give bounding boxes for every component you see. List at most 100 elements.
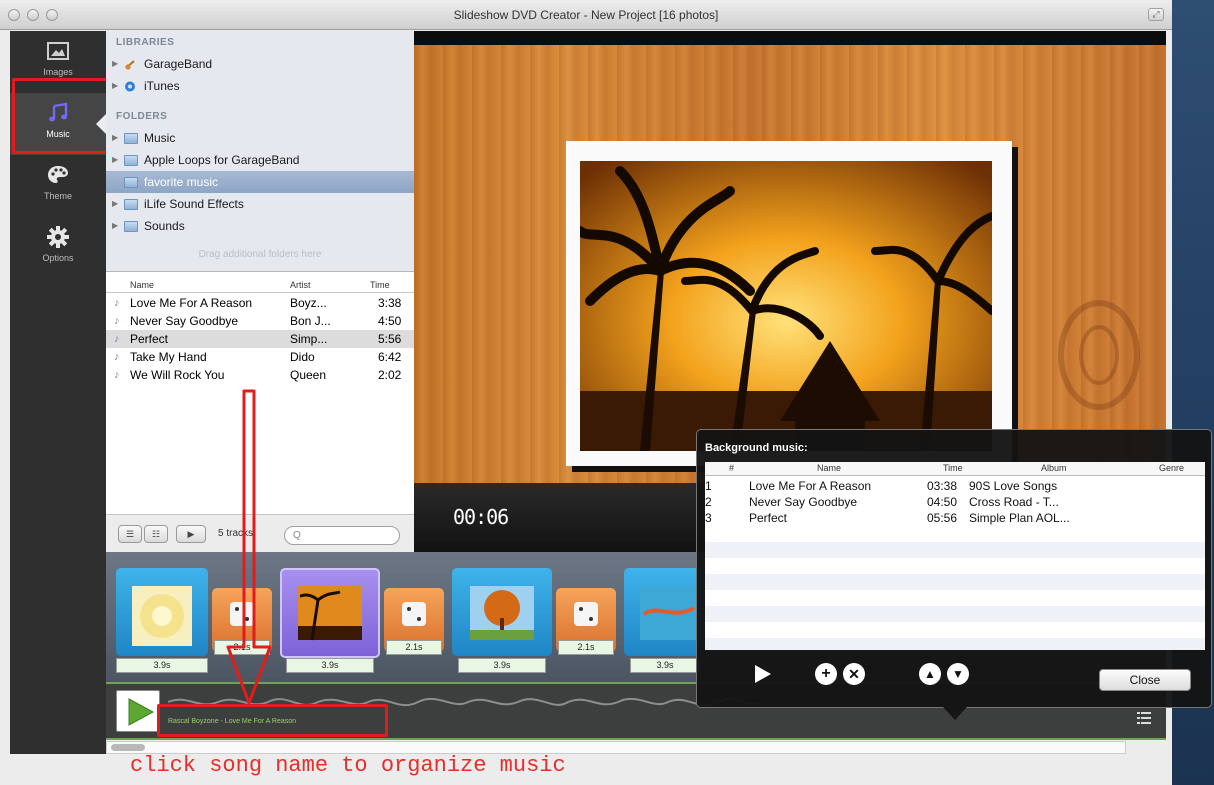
row-time: 05:56 xyxy=(927,511,958,525)
slide-duration[interactable]: 3.9s xyxy=(630,658,700,673)
background-music-row[interactable]: 2 Never Say Goodbye 04:50 Cross Road - T… xyxy=(705,494,1205,510)
wood-knot xyxy=(1058,300,1140,410)
folder-item-label: Music xyxy=(144,131,176,145)
track-artist: Bon J... xyxy=(290,314,331,328)
move-up-button[interactable]: ▲ xyxy=(919,663,941,685)
empty-row xyxy=(705,606,1205,622)
track-row[interactable]: ♪ Love Me For A Reason Boyz... 3:38 xyxy=(106,294,414,312)
folder-item-sounds[interactable]: ▶ Sounds xyxy=(106,215,414,237)
folder-item-label: Apple Loops for GarageBand xyxy=(144,153,300,167)
disclosure-triangle-icon[interactable]: ▶ xyxy=(112,149,118,171)
play-icon xyxy=(128,698,155,726)
music-note-icon: ♪ xyxy=(114,351,120,363)
row-number: 3 xyxy=(705,511,712,525)
palette-icon xyxy=(48,166,68,183)
disclosure-triangle-icon[interactable]: ▶ xyxy=(112,193,118,215)
disclosure-triangle-icon[interactable]: ▶ xyxy=(112,215,118,237)
column-number[interactable]: # xyxy=(729,463,734,473)
play-preview-icon[interactable]: ▶ xyxy=(176,525,206,543)
background-music-table: # Name Time Album Genre 1 Love Me For A … xyxy=(705,462,1205,650)
row-name: Perfect xyxy=(749,511,788,525)
autumn-tree-photo xyxy=(470,586,534,640)
remove-music-button[interactable]: ✕ xyxy=(843,663,865,685)
popup-pointer xyxy=(943,707,967,720)
folder-item-favorite-music[interactable]: favorite music xyxy=(106,171,414,193)
detail-view-icon[interactable]: ☷ xyxy=(144,525,168,543)
slide-thumbnail-selected[interactable] xyxy=(280,568,380,658)
row-number: 2 xyxy=(705,495,712,509)
sidebar-item-theme[interactable]: Theme xyxy=(10,155,106,217)
column-album[interactable]: Album xyxy=(1041,463,1067,473)
column-name[interactable]: Name xyxy=(130,280,154,290)
background-music-row[interactable]: 1 Love Me For A Reason 03:38 90S Love So… xyxy=(705,478,1205,494)
track-row[interactable]: ♪ Never Say Goodbye Bon J... 4:50 xyxy=(106,312,414,330)
column-time[interactable]: Time xyxy=(943,463,963,473)
slide-duration[interactable]: 3.9s xyxy=(286,658,374,673)
list-view-icon[interactable]: ☰ xyxy=(118,525,142,543)
background-music-header: # Name Time Album Genre xyxy=(705,462,1205,476)
column-name[interactable]: Name xyxy=(817,463,841,473)
track-row[interactable]: ♪ Perfect Simp... 5:56 xyxy=(106,330,414,348)
library-item-itunes[interactable]: ▶ iTunes xyxy=(106,75,414,97)
fullscreen-icon[interactable]: ⤢ xyxy=(1148,8,1164,21)
library-item-label: iTunes xyxy=(144,79,180,93)
move-down-button[interactable]: ▼ xyxy=(947,663,969,685)
empty-row xyxy=(705,542,1205,558)
transition-duration[interactable]: 2.1s xyxy=(386,640,442,655)
folder-item-music[interactable]: ▶ Music xyxy=(106,127,414,149)
library-item-garageband[interactable]: ▶ GarageBand xyxy=(106,53,414,75)
search-input[interactable]: Q xyxy=(284,526,400,545)
track-artist: Boyz... xyxy=(290,296,327,310)
slide-thumbnail[interactable] xyxy=(452,568,552,656)
track-time: 3:38 xyxy=(378,296,402,310)
track-row[interactable]: ♪ Take My Hand Dido 6:42 xyxy=(106,348,414,366)
sidebar-item-label: Options xyxy=(42,253,74,263)
track-artist: Simp... xyxy=(290,332,328,346)
scrollbar-thumb[interactable] xyxy=(111,744,145,751)
background-music-row[interactable]: 3 Perfect 05:56 Simple Plan AOL... xyxy=(705,510,1205,526)
track-artist: Queen xyxy=(290,368,327,382)
column-genre[interactable]: Genre xyxy=(1159,463,1184,473)
disclosure-triangle-icon[interactable]: ▶ xyxy=(112,127,118,149)
slide-duration[interactable]: 3.9s xyxy=(458,658,546,673)
music-note-icon: ♪ xyxy=(114,297,120,309)
libraries-heading: LIBRARIES xyxy=(116,37,175,48)
disclosure-triangle-icon[interactable]: ▶ xyxy=(112,75,118,97)
gear-icon xyxy=(47,226,69,248)
track-time: 6:42 xyxy=(378,350,402,364)
folder-item-label: Sounds xyxy=(144,219,185,233)
row-album: 90S Love Songs xyxy=(969,479,1058,493)
list-icon[interactable] xyxy=(1137,711,1151,725)
slide-duration[interactable]: 3.9s xyxy=(116,658,208,673)
column-artist[interactable]: Artist xyxy=(290,280,311,290)
disclosure-triangle-icon[interactable]: ▶ xyxy=(112,53,118,75)
empty-row xyxy=(705,638,1205,650)
add-music-button[interactable]: + xyxy=(815,663,837,685)
folder-item-apple-loops[interactable]: ▶ Apple Loops for GarageBand xyxy=(106,149,414,171)
slide-thumbnail[interactable] xyxy=(116,568,208,656)
guitar-icon xyxy=(125,60,135,70)
folder-icon xyxy=(124,155,138,166)
music-note-icon: ♪ xyxy=(114,315,120,327)
popup-title: Background music: xyxy=(705,442,808,454)
window-title: Slideshow DVD Creator - New Project [16 … xyxy=(453,8,719,22)
column-time[interactable]: Time xyxy=(370,280,390,290)
music-note-icon: ♪ xyxy=(114,333,120,345)
close-button[interactable]: Close xyxy=(1099,669,1191,691)
folder-item-ilife-sound-effects[interactable]: ▶ iLife Sound Effects xyxy=(106,193,414,215)
empty-row xyxy=(705,574,1205,590)
play-icon[interactable] xyxy=(753,663,773,685)
transition-duration[interactable]: 2.1s xyxy=(558,640,614,655)
play-button[interactable] xyxy=(116,690,160,732)
slide-photo xyxy=(580,161,992,451)
sidebar-item-label: Images xyxy=(43,67,73,77)
track-name: Perfect xyxy=(130,332,169,346)
folder-icon xyxy=(124,199,138,210)
folder-item-label: favorite music xyxy=(144,175,219,189)
sidebar-item-label: Theme xyxy=(43,191,72,201)
sidebar-item-options[interactable]: Options xyxy=(10,217,106,279)
slide-thumbnail[interactable] xyxy=(624,568,704,656)
row-time: 04:50 xyxy=(927,495,958,509)
palm-sunset-photo xyxy=(298,586,362,641)
track-row[interactable]: ♪ We Will Rock You Queen 2:02 xyxy=(106,366,414,384)
